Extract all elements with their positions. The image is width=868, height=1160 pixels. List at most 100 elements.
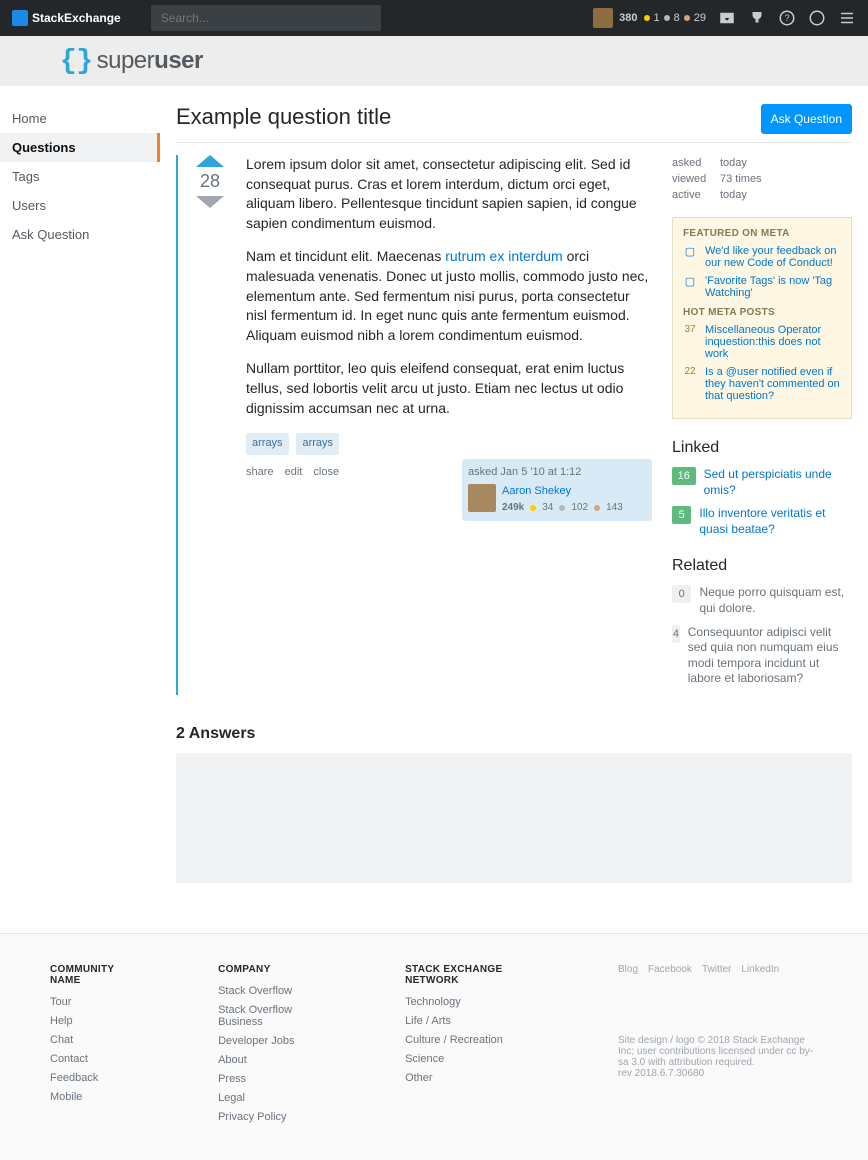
bulletin-item[interactable]: ▢We'd like your feedback on our new Code…	[683, 245, 841, 269]
brace-icon: {​}	[60, 46, 93, 77]
topbar-search	[151, 5, 381, 31]
linked-title[interactable]: Illo inventore veritatis et quasi beatae…	[699, 506, 852, 537]
linked-score: 5	[672, 506, 691, 524]
upvote-button[interactable]	[196, 155, 224, 167]
footer-link[interactable]: Mobile	[50, 1091, 128, 1103]
reputation: 380	[619, 12, 637, 24]
question-main: 28 Lorem ipsum dolor sit amet, consectet…	[176, 155, 652, 695]
sidebar-item-ask[interactable]: Ask Question	[0, 220, 160, 249]
question-title: Example question title	[176, 104, 391, 130]
list-icon[interactable]	[838, 9, 856, 27]
inline-link[interactable]: rutrum ex interdum	[445, 248, 562, 264]
stackexchange-logo[interactable]: StackExchange	[12, 10, 121, 26]
se-brand-text: StackExchange	[32, 11, 121, 25]
inbox-icon[interactable]	[718, 9, 736, 27]
site-logo[interactable]: {​} superuser	[60, 46, 203, 77]
tags: arrays arrays	[246, 432, 652, 454]
tag[interactable]: arrays	[296, 433, 339, 454]
share-link[interactable]: share	[246, 466, 274, 478]
footer-link[interactable]: Tour	[50, 996, 128, 1008]
related-title[interactable]: Consequuntor adipisci velit sed quia non…	[688, 625, 852, 687]
downvote-button[interactable]	[196, 196, 224, 208]
footer-link[interactable]: Stack Overflow Business	[218, 1004, 315, 1028]
linked-header: Linked	[672, 439, 852, 457]
vote-column: 28	[190, 155, 230, 695]
tag[interactable]: arrays	[246, 433, 289, 454]
search-input[interactable]	[151, 5, 381, 31]
footer-link[interactable]: Legal	[218, 1092, 315, 1104]
edit-link[interactable]: edit	[285, 466, 303, 478]
sidebar-item-tags[interactable]: Tags	[0, 162, 160, 191]
related-score: 4	[672, 625, 680, 643]
footer-link[interactable]: Contact	[50, 1053, 128, 1065]
answers-placeholder	[176, 753, 852, 883]
close-link[interactable]: close	[313, 466, 339, 478]
rev-text: rev 2018.6.7.30680	[618, 1068, 818, 1079]
trophy-icon[interactable]	[748, 9, 766, 27]
footer-link[interactable]: Privacy Policy	[218, 1111, 315, 1123]
review-icon[interactable]	[808, 9, 826, 27]
para-3: Nullam porttitor, leo quis eleifend cons…	[246, 359, 652, 418]
help-icon[interactable]: ?	[778, 9, 796, 27]
right-column: askedtoday viewed73 times activetoday FE…	[672, 155, 852, 695]
svg-text:?: ?	[784, 13, 789, 23]
user-avatar[interactable]	[468, 484, 496, 512]
sidebar-item-users[interactable]: Users	[0, 191, 160, 220]
footer-link[interactable]: Press	[218, 1073, 315, 1085]
bulletin-item[interactable]: 22Is a @user notified even if they haven…	[683, 366, 841, 402]
footer-link[interactable]: Life / Arts	[405, 1015, 528, 1027]
bulletin-item[interactable]: 37Miscellaneous Operator inquestion:this…	[683, 324, 841, 360]
footer-link[interactable]: Science	[405, 1053, 528, 1065]
bulletin-item[interactable]: ▢'Favorite Tags' is now 'Tag Watching'	[683, 275, 841, 299]
bulletin-header-meta: FEATURED ON META	[683, 228, 841, 239]
footer-link[interactable]: Feedback	[50, 1072, 128, 1084]
content: Example question title Ask Question 28 L…	[160, 86, 868, 923]
logo-user: user	[154, 47, 203, 75]
footer-col-network: STACK EXCHANGE NETWORK Technology Life /…	[405, 964, 528, 1130]
related-title[interactable]: Neque porro quisquam est, qui dolore.	[699, 585, 852, 616]
bulletin-header-hot: HOT META POSTS	[683, 307, 841, 318]
footer-right: Blog Facebook Twitter LinkedIn Site desi…	[618, 964, 818, 1130]
sidebar-item-home[interactable]: Home	[0, 104, 160, 133]
ask-question-button[interactable]: Ask Question	[761, 104, 852, 134]
related-header: Related	[672, 557, 852, 575]
footer-col-community: COMMUNITY NAME Tour Help Chat Contact Fe…	[50, 964, 128, 1130]
legal-text: Site design / logo © 2018 Stack Exchange…	[618, 1035, 818, 1068]
linked-title[interactable]: Sed ut perspiciatis unde omis?	[704, 467, 852, 498]
footer-link[interactable]: About	[218, 1054, 315, 1066]
footer-col-company: COMPANY Stack Overflow Stack Overflow Bu…	[218, 964, 315, 1130]
footer-link[interactable]: Other	[405, 1072, 528, 1084]
topbar: StackExchange 380 1 8 29 ?	[0, 0, 868, 36]
left-sidebar: Home Questions Tags Users Ask Question	[0, 86, 160, 923]
footer-link[interactable]: Culture / Recreation	[405, 1034, 528, 1046]
footer-link[interactable]: Stack Overflow	[218, 985, 315, 997]
logo-super: super	[97, 47, 155, 75]
user-name[interactable]: Aaron Shekey	[502, 485, 571, 497]
sidebar-item-questions[interactable]: Questions	[0, 133, 160, 162]
question-stats: askedtoday viewed73 times activetoday	[672, 155, 852, 203]
footer-link[interactable]: Help	[50, 1015, 128, 1027]
speech-icon: ▢	[683, 275, 697, 299]
profile-link[interactable]: 380 1 8 29	[593, 8, 706, 28]
social-link[interactable]: Twitter	[702, 964, 731, 975]
vote-count: 28	[200, 171, 220, 192]
user-card: asked Jan 5 '10 at 1:12 Aaron Shekey 249…	[462, 459, 652, 522]
related-score: 0	[672, 585, 691, 603]
answers-header: 2 Answers	[176, 725, 852, 743]
para-1: Lorem ipsum dolor sit amet, consectetur …	[246, 155, 652, 233]
user-rep: 249k	[502, 501, 524, 515]
post-actions: share edit close	[246, 465, 347, 480]
speech-icon: ▢	[683, 245, 697, 269]
badge-counts: 1 8 29	[644, 12, 707, 24]
se-icon	[12, 10, 28, 26]
site-header: {​} superuser	[0, 36, 868, 86]
para-2: Nam et tincidunt elit. Maecenas rutrum e…	[246, 247, 652, 345]
footer-link[interactable]: Chat	[50, 1034, 128, 1046]
social-link[interactable]: Facebook	[648, 964, 692, 975]
avatar	[593, 8, 613, 28]
social-link[interactable]: LinkedIn	[741, 964, 779, 975]
footer-link[interactable]: Technology	[405, 996, 528, 1008]
related-section: Related 0 Neque porro quisquam est, qui d…	[672, 557, 852, 687]
social-link[interactable]: Blog	[618, 964, 638, 975]
footer-link[interactable]: Developer Jobs	[218, 1035, 315, 1047]
